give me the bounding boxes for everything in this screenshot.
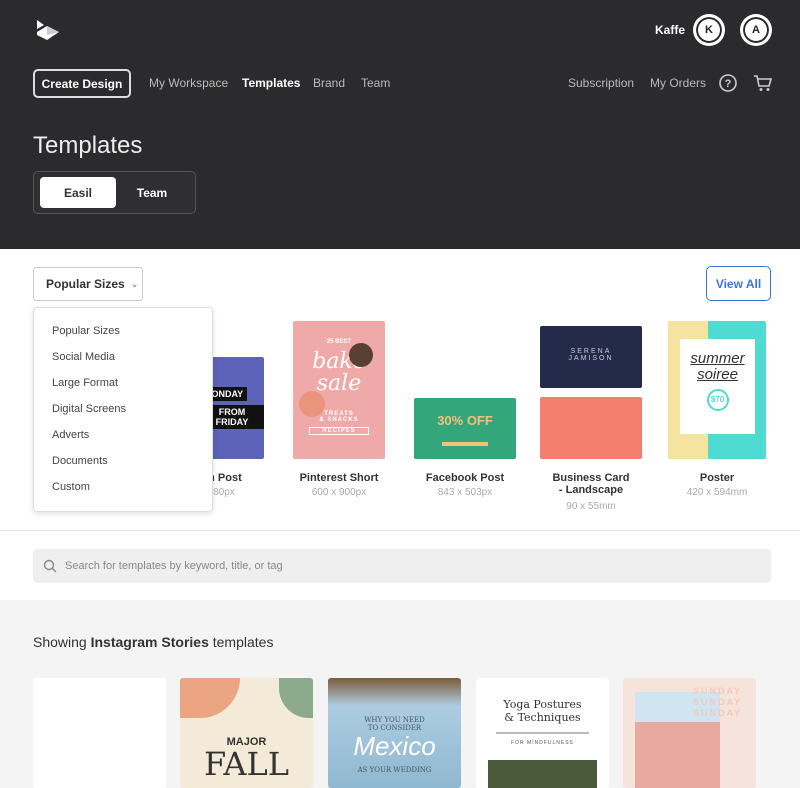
template-source-toggle: Easil Team [33,171,196,214]
template-card[interactable]: Yoga Postures & Techniques FOR MINDFULNE… [476,678,609,788]
size-label: Pinterest Short [299,472,379,484]
user-name: Kaffe [655,23,686,37]
template-card[interactable]: SUNDAY SUNDAY SUNDAY [623,678,756,788]
size-category-dropdown: Popular Sizes Social Media Large Format … [33,307,213,512]
nav-my-workspace[interactable]: My Workspace [149,76,228,90]
thumb-text: summer [690,350,745,367]
easil-logo[interactable] [35,18,61,42]
page-title: Templates [33,132,143,159]
size-dimensions: 843 x 503px [437,487,493,498]
thumb-text: SERENA [570,348,612,355]
card-text: WHY YOU NEED [364,716,425,724]
thumbnail: summer soiree $70 [668,321,766,459]
dropdown-item-adverts[interactable]: Adverts [34,427,212,453]
search-icon [43,559,57,573]
card-text: SUNDAY [693,686,743,696]
toggle-team[interactable]: Team [114,177,190,208]
thumb-text: 25 BEST [326,339,352,345]
divider [0,530,800,531]
thumb-text: soiree [697,366,738,383]
size-dimensions: 600 x 900px [311,487,367,498]
dropdown-item-popular-sizes[interactable]: Popular Sizes [34,323,212,349]
size-category-select[interactable]: Popular Sizes ⌄ [33,267,143,301]
search-input[interactable]: Search for templates by keyword, title, … [33,549,771,583]
help-icon[interactable]: ? [719,74,737,92]
size-label: Business Card - Landscape [526,472,656,496]
thumb-text: 30% OFF [437,413,493,428]
thumb-text: JAMISON [568,355,614,362]
nav-subscription[interactable]: Subscription [568,76,634,90]
heading-prefix: Showing [33,634,91,650]
search-placeholder: Search for templates by keyword, title, … [65,560,283,572]
nav-templates[interactable]: Templates [242,76,300,90]
size-dimensions: 90 x 55mm [566,501,616,512]
card-text: SUNDAY [693,708,743,718]
nav-team[interactable]: Team [361,76,390,90]
card-text: FOR MINDFULNESS [511,740,574,746]
toggle-easil[interactable]: Easil [40,177,116,208]
size-label: Facebook Post [425,472,505,484]
thumb-text: RECIPES [309,427,369,435]
chevron-down-icon: ⌄ [130,278,139,289]
thumbnail-back [540,397,642,459]
card-text: AS YOUR WEDDING [357,766,432,774]
results-heading: Showing Instagram Stories templates [33,634,273,650]
card-text: & Techniques [504,711,581,724]
dropdown-item-documents[interactable]: Documents [34,453,212,479]
card-text: SUNDAY [693,697,743,707]
avatar-team[interactable]: K [694,15,724,45]
template-card[interactable]: MAJOR FALL [180,678,313,788]
dropdown-item-large-format[interactable]: Large Format [34,375,212,401]
heading-category: Instagram Stories [90,634,209,650]
thumbnail: 30% OFF [414,398,516,459]
card-text: FALL [203,745,290,783]
size-category-value: Popular Sizes [46,277,125,291]
dropdown-item-custom[interactable]: Custom [34,479,212,505]
template-card-blank[interactable] [33,678,166,788]
thumbnail: SERENA JAMISON [540,326,642,388]
create-design-button[interactable]: Create Design [33,69,131,98]
dropdown-item-social-media[interactable]: Social Media [34,349,212,375]
heading-suffix: templates [208,634,274,650]
dropdown-item-digital-screens[interactable]: Digital Screens [34,401,212,427]
svg-text:?: ? [725,78,732,90]
thumb-text: $70 [706,389,729,411]
card-text: Yoga Postures [503,698,582,711]
thumb-text: & SNACKS [319,417,359,423]
template-card[interactable]: WHY YOU NEED TO CONSIDER Mexico AS YOUR … [328,678,461,788]
view-all-button[interactable]: View All [706,266,771,301]
card-text: Mexico [353,731,436,761]
avatar-user[interactable]: A [741,15,771,45]
size-label-text: Business Card - Landscape [552,472,630,496]
thumbnail: 25 BEST bake sale TREATS & SNACKS RECIPE… [293,321,385,459]
nav-brand[interactable]: Brand [313,76,345,90]
size-dimensions: 420 x 594mm [686,487,748,498]
nav-my-orders[interactable]: My Orders [650,76,706,90]
size-label: Poster [699,472,735,484]
cart-icon[interactable] [753,74,773,92]
